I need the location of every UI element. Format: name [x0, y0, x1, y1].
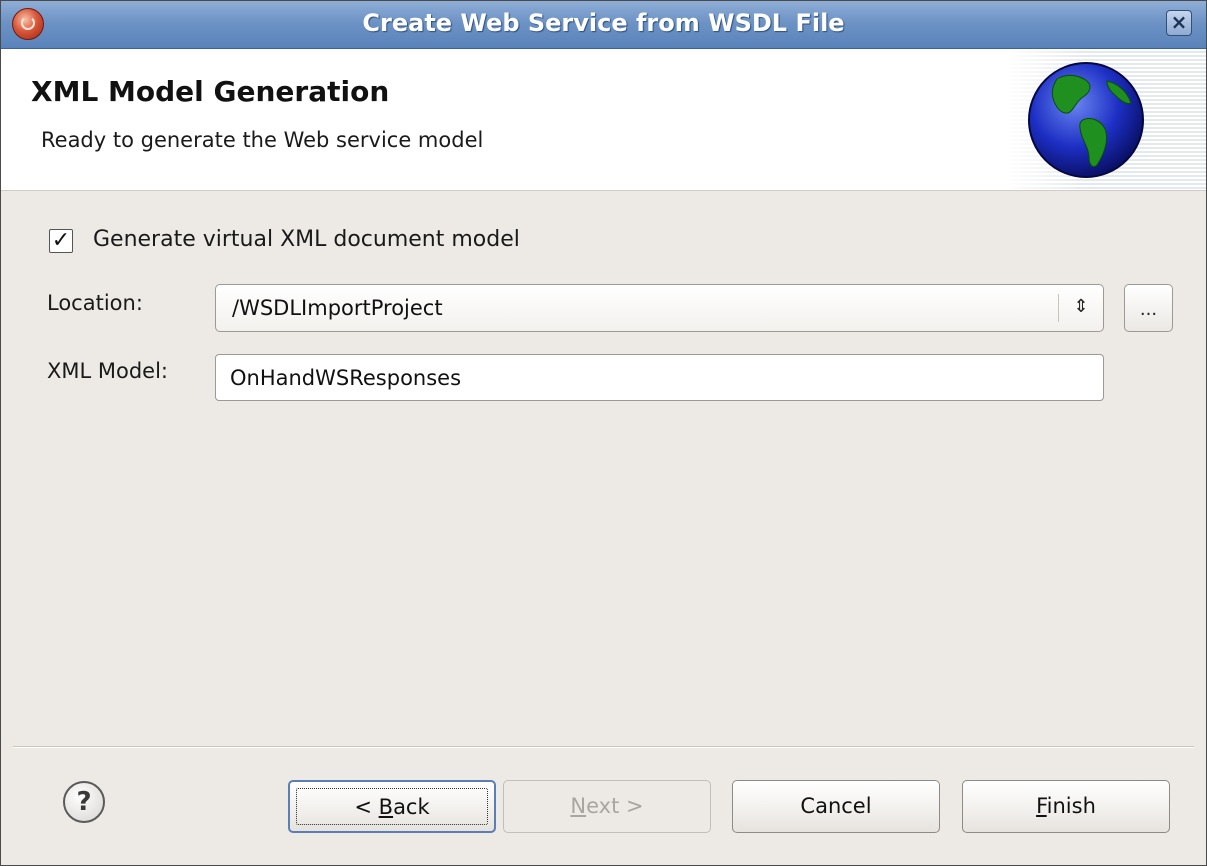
up-down-arrow-icon[interactable]: ⇕	[1066, 285, 1096, 331]
header-banner	[1, 49, 1206, 191]
focus-ring	[296, 788, 488, 825]
button-bar-separator	[13, 746, 1194, 748]
generate-model-checkbox[interactable]: ✓	[49, 229, 73, 253]
finish-button[interactable]: Finish	[962, 780, 1170, 833]
back-button[interactable]: < Back	[288, 780, 496, 833]
location-combo[interactable]: /WSDLImportProject ⇕	[215, 284, 1104, 332]
page-title: XML Model Generation	[31, 75, 390, 108]
finish-label-rest: inish	[1046, 794, 1096, 818]
xml-model-label: XML Model:	[47, 359, 169, 383]
help-icon[interactable]: ?	[63, 781, 105, 823]
location-label: Location:	[47, 291, 143, 315]
next-button[interactable]: Next >	[503, 780, 711, 833]
page-description: Ready to generate the Web service model	[41, 128, 484, 152]
dialog-window: Create Web Service from WSDL File × XML …	[0, 0, 1207, 866]
globe-icon	[1028, 62, 1144, 178]
window-title: Create Web Service from WSDL File	[362, 9, 845, 37]
combo-separator	[1058, 294, 1059, 322]
close-icon[interactable]: ×	[1166, 10, 1192, 36]
location-value: /WSDLImportProject	[232, 296, 443, 320]
next-label-rest: ext >	[586, 794, 644, 818]
xml-model-input[interactable]	[215, 354, 1104, 401]
generate-model-label[interactable]: Generate virtual XML document model	[93, 227, 520, 252]
browse-button[interactable]: ...	[1124, 284, 1173, 332]
cancel-button[interactable]: Cancel	[732, 780, 940, 833]
title-bar[interactable]: Create Web Service from WSDL File ×	[1, 1, 1206, 49]
next-mnemonic: N	[570, 794, 587, 818]
finish-mnemonic: F	[1036, 794, 1047, 818]
